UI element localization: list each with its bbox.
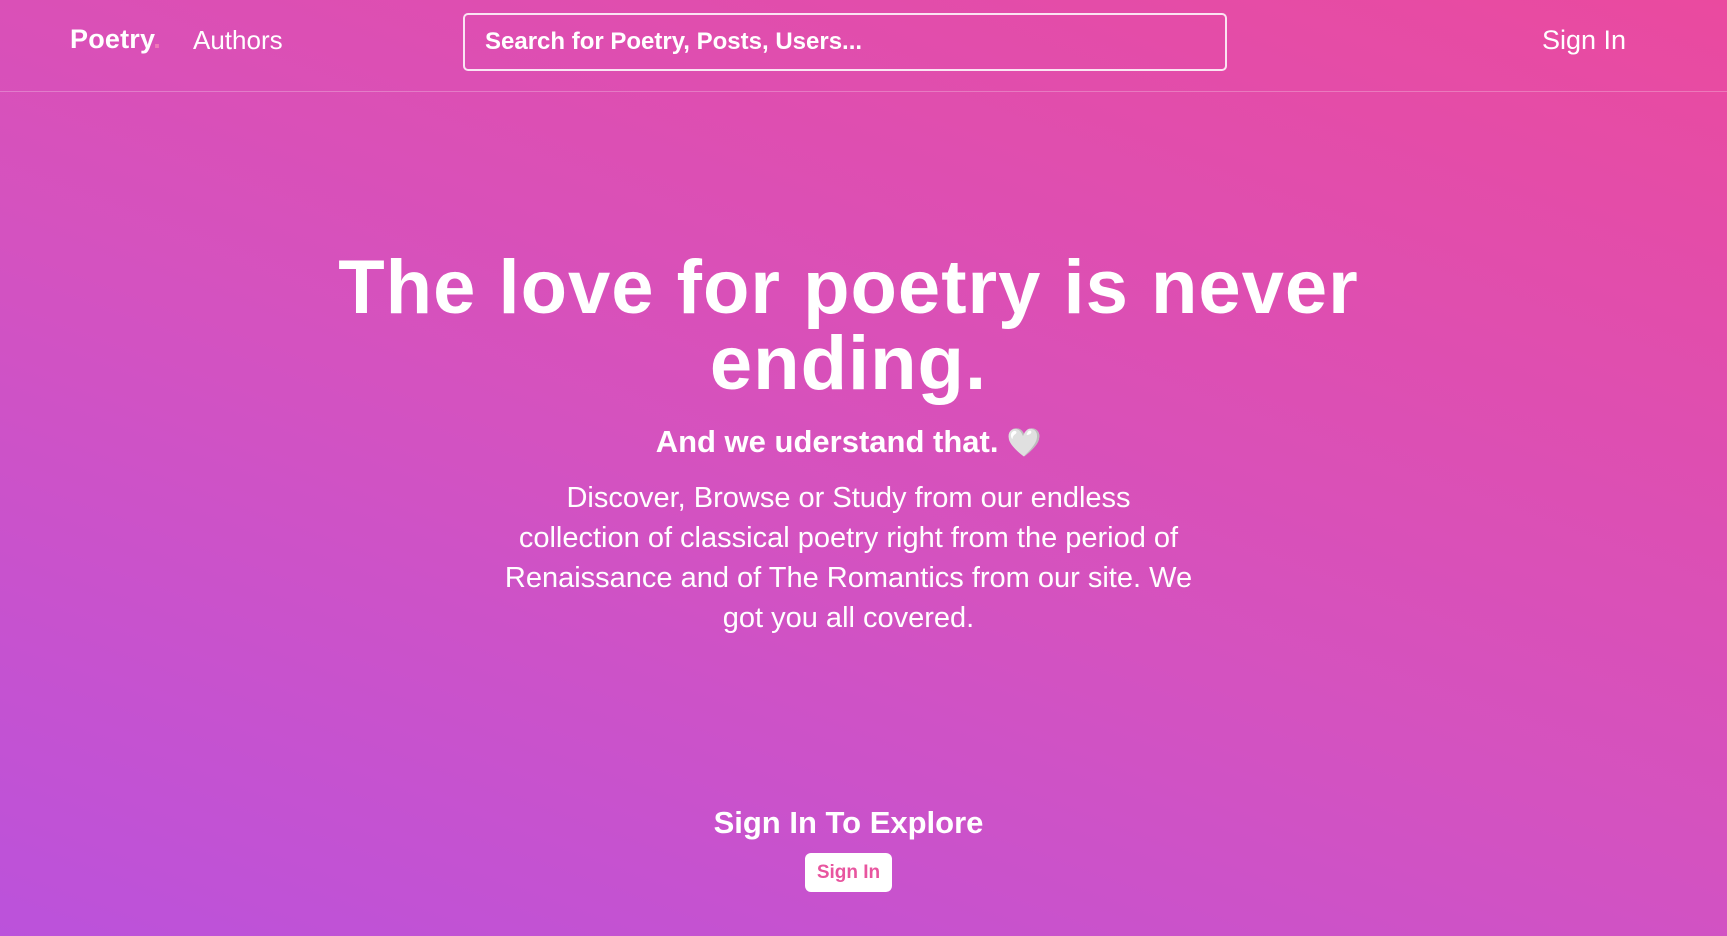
nav-signin-link[interactable]: Sign In <box>1542 25 1626 56</box>
top-navbar: Poetry. Authors Sign In <box>0 0 1727 92</box>
hero-subtitle: And we uderstand that. 🤍 <box>0 424 1697 460</box>
hero-title: The love for poetry is never ending. <box>338 245 1359 406</box>
heart-icon: 🤍 <box>1006 427 1042 458</box>
brand-name: Poetry <box>70 24 154 54</box>
signin-button[interactable]: Sign In <box>804 853 893 892</box>
cta-heading: Sign In To Explore <box>713 805 984 840</box>
search-input[interactable] <box>463 13 1227 71</box>
hero-section: The love for poetry is never ending. And… <box>0 250 1697 638</box>
brand-logo[interactable]: Poetry. <box>70 24 161 55</box>
signin-cta-section: Sign In To Explore Sign In <box>0 805 1697 892</box>
hero-subtitle-text: And we uderstand that. <box>655 424 999 459</box>
hero-description: Discover, Browse or Study from our endle… <box>504 482 1193 634</box>
brand-dot: . <box>153 24 161 54</box>
nav-link-authors[interactable]: Authors <box>193 25 283 56</box>
